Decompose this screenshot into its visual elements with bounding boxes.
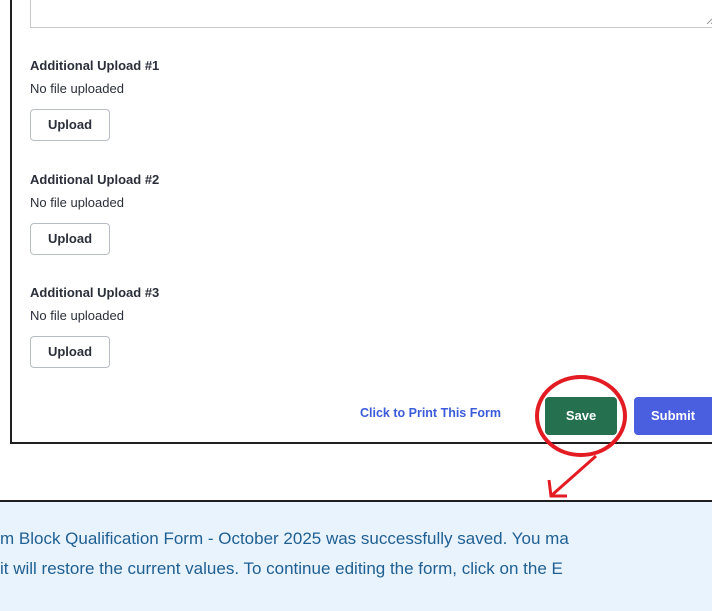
upload-group-2: Additional Upload #2 No file uploaded Up…: [30, 172, 159, 255]
message-line-2: it will restore the current values. To c…: [0, 559, 563, 578]
pointer-arrow-icon: [547, 454, 597, 498]
message-line-1: m Block Qualification Form - October 202…: [0, 529, 569, 548]
success-message-banner: m Block Qualification Form - October 202…: [0, 500, 712, 611]
upload-group-1: Additional Upload #1 No file uploaded Up…: [30, 58, 159, 141]
upload-label: Additional Upload #2: [30, 172, 160, 187]
upload-button-1[interactable]: Upload: [30, 109, 110, 141]
upload-status: No file uploaded: [30, 81, 124, 96]
resize-grip-icon[interactable]: [705, 14, 712, 24]
submit-button[interactable]: Submit: [634, 397, 712, 435]
print-form-link[interactable]: Click to Print This Form: [360, 406, 501, 420]
upload-label: Additional Upload #1: [30, 58, 160, 73]
upload-button-2[interactable]: Upload: [30, 223, 110, 255]
upload-status: No file uploaded: [30, 195, 124, 210]
save-button[interactable]: Save: [545, 397, 617, 435]
upload-button-3[interactable]: Upload: [30, 336, 110, 368]
upload-status: No file uploaded: [30, 308, 124, 323]
upload-label: Additional Upload #3: [30, 285, 160, 300]
form-panel: Additional Upload #1 No file uploaded Up…: [10, 0, 712, 444]
comments-textarea[interactable]: [30, 0, 712, 28]
upload-group-3: Additional Upload #3 No file uploaded Up…: [30, 285, 159, 368]
